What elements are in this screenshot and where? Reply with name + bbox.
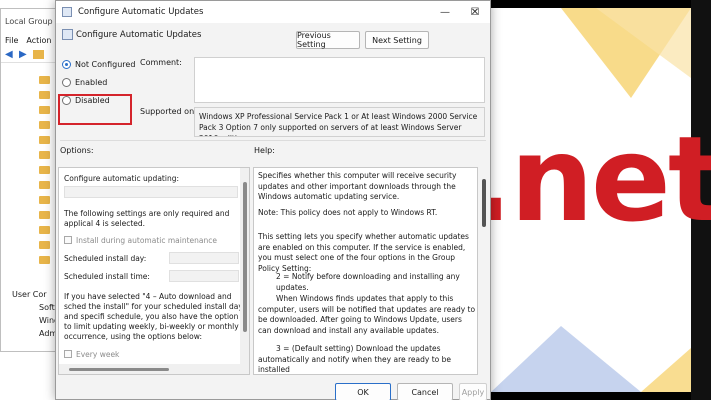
help-pane[interactable]: Specifies whether this computer will rec… (253, 167, 478, 375)
folder-icon (39, 121, 50, 129)
options-horizontal-scrollbar[interactable] (59, 364, 249, 374)
divider (60, 140, 486, 141)
background-top-bar (491, 0, 711, 8)
scrollbar-thumb[interactable] (243, 182, 247, 332)
checkbox-label: Every week (76, 350, 120, 359)
radio-label: Not Configured (75, 60, 136, 69)
scrollbar-thumb[interactable] (69, 368, 169, 371)
disabled-highlight-box (58, 94, 132, 125)
folder-icon (39, 166, 50, 174)
checkbox-label: Install during automatic maintenance (76, 236, 217, 245)
policy-icon (62, 29, 73, 40)
dialog-titlebar[interactable]: Configure Automatic Updates — ☐ (56, 1, 490, 23)
supported-on-label: Supported on: (140, 107, 197, 116)
help-paragraph: Note: This policy does not apply to Wind… (258, 208, 438, 217)
install-maintenance-checkbox[interactable]: Install during automatic maintenance (64, 236, 217, 246)
help-paragraph: 3 = (Default setting) Download the updat… (258, 344, 451, 374)
folder-icon (39, 91, 50, 99)
options-vertical-scrollbar[interactable] (240, 168, 249, 364)
menu-file[interactable]: File (5, 36, 18, 45)
back-arrow-icon[interactable]: ◀ (5, 49, 15, 60)
checkbox-box[interactable] (64, 236, 72, 244)
folder-icon (39, 241, 50, 249)
apply-button[interactable]: Apply (459, 383, 487, 400)
scheduled-time-label: Scheduled install time: (64, 272, 150, 281)
scheduled-day-dropdown[interactable] (169, 252, 239, 264)
menu-action[interactable]: Action (26, 36, 51, 45)
scheduled-time-dropdown[interactable] (169, 270, 239, 282)
folder-icon (39, 106, 50, 114)
folder-icon (39, 196, 50, 204)
folder-icon[interactable] (33, 50, 44, 59)
folder-icon (39, 211, 50, 219)
help-paragraph: This setting lets you specify whether au… (258, 232, 469, 273)
scheduled-day-label: Scheduled install day: (64, 254, 147, 263)
every-week-checkbox[interactable]: Every week (64, 350, 119, 360)
mmc-title: Local Group (5, 16, 53, 26)
checkbox-box[interactable] (64, 350, 72, 358)
folder-icon (39, 76, 50, 84)
cancel-button[interactable]: Cancel (397, 383, 453, 400)
radio-label: Enabled (75, 78, 108, 87)
next-setting-button[interactable]: Next Setting (365, 31, 429, 49)
radio-button[interactable] (62, 60, 71, 69)
tree-item-user-config[interactable]: User Cor (12, 290, 47, 299)
folder-icon (39, 226, 50, 234)
group-policy-editor-window[interactable]: Local Group File Action ◀ ▶ User Cor Sof… (0, 8, 60, 352)
folder-icon (39, 256, 50, 264)
configure-updating-dropdown[interactable] (64, 186, 238, 198)
policy-tree (3, 69, 59, 264)
radio-not-configured[interactable]: Not Configured (62, 60, 135, 69)
help-paragraph: 2 = Notify before downloading and instal… (276, 272, 460, 292)
radio-enabled[interactable]: Enabled (62, 78, 107, 87)
configure-updating-label: Configure automatic updating: (64, 174, 179, 183)
folder-icon (39, 181, 50, 189)
settings-note: The following settings are only required… (64, 209, 230, 228)
mmc-menubar: File Action (1, 33, 59, 47)
radio-button[interactable] (62, 78, 71, 87)
minimize-button[interactable]: — (430, 1, 460, 23)
forward-arrow-icon[interactable]: ▶ (19, 49, 29, 60)
comment-label: Comment: (140, 58, 182, 67)
supported-on-text: Windows XP Professional Service Pack 1 o… (194, 107, 485, 137)
help-label: Help: (254, 146, 275, 155)
folder-icon (39, 136, 50, 144)
scrollbar-thumb[interactable] (482, 179, 486, 227)
configure-automatic-updates-dialog: Configure Automatic Updates — ☐ ✕ Config… (55, 0, 491, 400)
policy-icon (62, 7, 72, 17)
close-icon[interactable]: ✕ (460, 1, 490, 23)
folder-icon (39, 151, 50, 159)
brand-text: .net (468, 110, 711, 248)
help-paragraph: When Windows finds updates that apply to… (258, 294, 476, 335)
options-pane[interactable]: Configure automatic updating: The follow… (58, 167, 250, 375)
help-paragraph: Specifies whether this computer will rec… (258, 171, 457, 201)
comment-textarea[interactable] (194, 57, 485, 103)
options-label: Options: (60, 146, 94, 155)
ok-button[interactable]: OK (335, 383, 391, 400)
setting-title: Configure Automatic Updates (76, 30, 202, 40)
mmc-toolbar: ◀ ▶ (1, 47, 59, 63)
dialog-title: Configure Automatic Updates (78, 7, 204, 17)
auto-download-note: If you have selected "4 – Auto download … (64, 292, 243, 341)
help-vertical-scrollbar[interactable] (479, 167, 489, 375)
previous-setting-button[interactable]: Previous Setting (296, 31, 360, 49)
